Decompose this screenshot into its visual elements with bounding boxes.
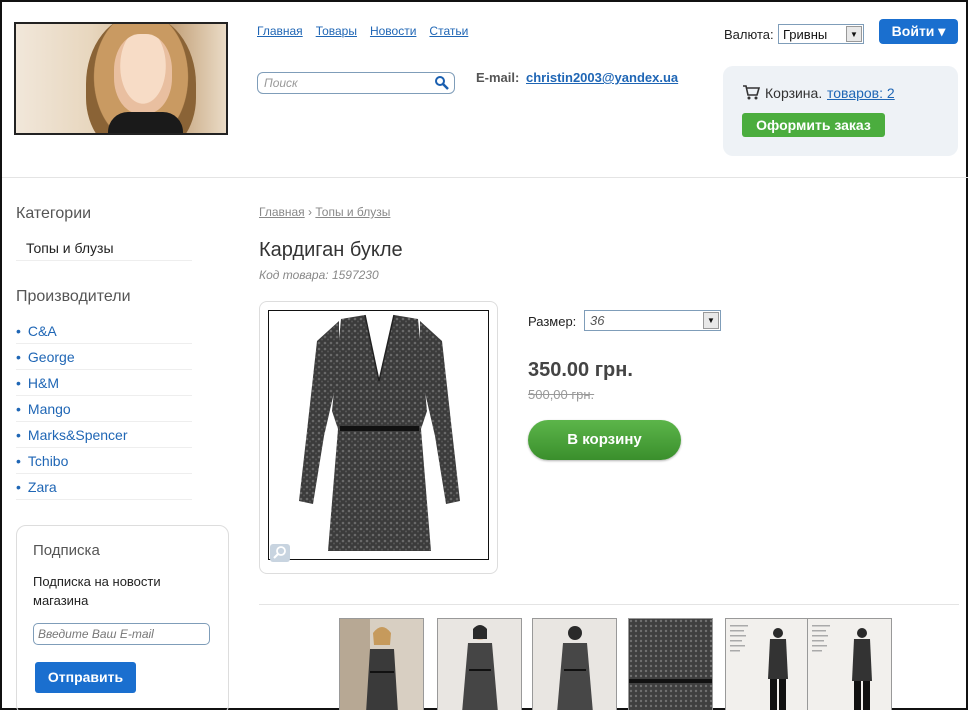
zoom-icon[interactable] xyxy=(270,544,290,562)
top-nav: Главная Товары Новости Статьи xyxy=(257,24,468,38)
add-to-cart-button[interactable]: В корзину xyxy=(528,420,681,460)
list-item: • C&A xyxy=(16,318,192,344)
list-item: • Zara xyxy=(16,474,192,500)
subscribe-heading: Подписка xyxy=(33,542,100,559)
email-field[interactable]: Введите Ваш E-mail xyxy=(33,623,210,645)
manufacturers-heading: Производители xyxy=(16,288,131,305)
subscribe-text: Подписка на новости магазина xyxy=(33,574,161,608)
subscribe-button[interactable]: Отправить xyxy=(35,662,136,693)
nav-link-products[interactable]: Товары xyxy=(316,24,357,38)
product-thumbnail[interactable] xyxy=(725,618,810,710)
product-thumbnail[interactable] xyxy=(532,618,617,710)
nav-link-home[interactable]: Главная xyxy=(257,24,303,38)
manufacturer-link[interactable]: Marks&Spencer xyxy=(28,427,128,443)
page-title: Кардиган букле xyxy=(259,239,403,261)
cart-icon xyxy=(743,85,760,100)
list-item: • Marks&Spencer xyxy=(16,422,192,448)
cart-items-link[interactable]: товаров: 2 xyxy=(827,85,895,101)
cart-label: Корзина. xyxy=(765,85,823,101)
chevron-down-icon: ▼ xyxy=(703,312,719,329)
size-label: Размер: xyxy=(528,314,577,329)
product-thumbnail[interactable] xyxy=(339,618,424,710)
list-item: • Tchibo xyxy=(16,448,192,474)
product-thumbnail[interactable] xyxy=(807,618,892,710)
breadcrumb-separator: › xyxy=(308,205,313,219)
product-thumbnail[interactable] xyxy=(628,618,713,710)
size-value: 36 xyxy=(590,313,605,328)
category-item-tops[interactable]: Топы и блузы xyxy=(16,235,192,261)
product-photo[interactable] xyxy=(268,310,489,560)
manufacturer-link[interactable]: Zara xyxy=(28,479,57,495)
section-divider xyxy=(259,604,959,605)
nav-link-articles[interactable]: Статьи xyxy=(429,24,468,38)
breadcrumb-link-category[interactable]: Топы и блузы xyxy=(315,205,390,219)
search-input[interactable]: Поиск xyxy=(257,72,455,94)
checkout-button[interactable]: Оформить заказ xyxy=(742,113,885,137)
email-link[interactable]: christin2003@yandex.ua xyxy=(526,70,678,85)
cart-panel xyxy=(723,66,958,156)
search-icon[interactable] xyxy=(434,75,450,91)
product-price: 350.00 грн. xyxy=(528,359,633,381)
breadcrumb: Главная › Топы и блузы xyxy=(259,205,390,219)
size-select[interactable]: 36 ▼ xyxy=(584,310,721,331)
currency-value: Гривны xyxy=(783,27,828,42)
manufacturer-link[interactable]: H&M xyxy=(28,375,59,391)
old-price: 500,00 грн. xyxy=(528,387,595,402)
breadcrumb-link-home[interactable]: Главная xyxy=(259,205,305,219)
site-logo-banner[interactable] xyxy=(14,22,228,135)
email-label: E-mail: xyxy=(476,70,520,85)
manufacturer-link[interactable]: Tchibo xyxy=(28,453,68,469)
manufacturer-link[interactable]: C&A xyxy=(28,323,57,339)
product-code: Код товара: 1597230 xyxy=(259,268,379,282)
manufacturer-link[interactable]: George xyxy=(28,349,75,365)
list-item: • H&M xyxy=(16,370,192,396)
header-divider xyxy=(2,177,968,178)
currency-label: Валюта: xyxy=(724,27,774,42)
list-item: • Mango xyxy=(16,396,192,422)
currency-select[interactable]: Гривны ▼ xyxy=(778,24,864,44)
nav-link-news[interactable]: Новости xyxy=(370,24,416,38)
manufacturer-link[interactable]: Mango xyxy=(28,401,71,417)
login-button[interactable]: Войти ▾ xyxy=(879,19,958,44)
categories-heading: Категории xyxy=(16,205,92,222)
list-item: • George xyxy=(16,344,192,370)
manufacturers-list: • C&A • George • H&M • Mango • Marks&Spencer … xyxy=(16,318,192,500)
product-thumbnail[interactable] xyxy=(437,618,522,710)
chevron-down-icon: ▼ xyxy=(846,26,862,42)
